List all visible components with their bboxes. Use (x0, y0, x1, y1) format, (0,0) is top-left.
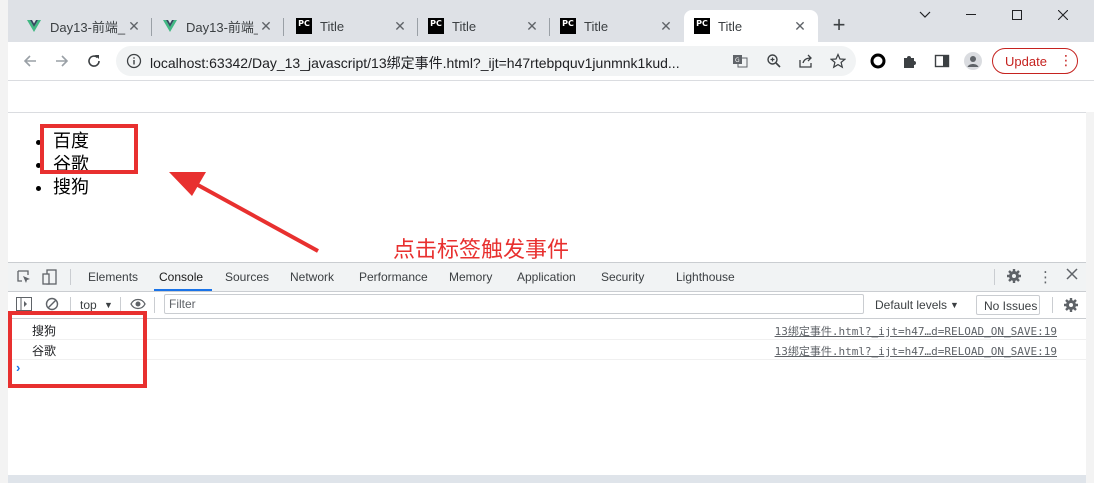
tab-lighthouse[interactable]: Lighthouse (676, 270, 735, 284)
close-devtools-icon[interactable] (1066, 268, 1078, 283)
dropdown-caret-icon: ▼ (950, 300, 959, 310)
active-tab-indicator (154, 289, 212, 291)
devtools-tabbar: Elements Console Sources Network Perform… (8, 263, 1086, 292)
filter-input[interactable]: Filter (164, 294, 864, 314)
window-right-edge (1086, 112, 1094, 483)
context-selector[interactable]: top (80, 298, 97, 312)
window-left-edge (0, 0, 8, 483)
tab-performance[interactable]: Performance (359, 270, 428, 284)
log-source-link[interactable]: 13绑定事件.html?_ijt=h47…d=RELOAD_ON_SAVE:19 (775, 323, 1057, 339)
dropdown-caret-icon: ▼ (104, 300, 113, 310)
device-toolbar-icon[interactable] (42, 269, 58, 288)
default-levels-dropdown[interactable]: Default levels (875, 298, 947, 312)
tab-elements[interactable]: Elements (88, 270, 138, 284)
console-settings-gear-icon[interactable] (1063, 297, 1079, 316)
inspect-element-icon[interactable] (16, 269, 32, 288)
log-source-link[interactable]: 13绑定事件.html?_ijt=h47…d=RELOAD_ON_SAVE:19 (775, 343, 1057, 359)
tab-security[interactable]: Security (601, 270, 644, 284)
issues-button[interactable]: No Issues (976, 295, 1040, 315)
tab-console[interactable]: Console (159, 270, 203, 284)
settings-gear-icon[interactable] (1006, 268, 1022, 287)
devtools-panel: Elements Console Sources Network Perform… (8, 262, 1086, 476)
background-taskbar (0, 475, 1094, 483)
console-filter-bar: top ▼ Filter Default levels ▼ No Issues (8, 292, 1086, 319)
tab-memory[interactable]: Memory (449, 270, 492, 284)
tab-sources[interactable]: Sources (225, 270, 269, 284)
console-log-row: 搜狗 13绑定事件.html?_ijt=h47…d=RELOAD_ON_SAVE… (8, 319, 1086, 340)
highlight-box (8, 311, 147, 388)
issues-label: No Issues (984, 299, 1038, 313)
console-log-row: 谷歌 13绑定事件.html?_ijt=h47…d=RELOAD_ON_SAVE… (8, 339, 1086, 360)
more-options-icon[interactable]: ⋮ (1038, 268, 1053, 286)
tab-network[interactable]: Network (290, 270, 334, 284)
tab-application[interactable]: Application (517, 270, 576, 284)
